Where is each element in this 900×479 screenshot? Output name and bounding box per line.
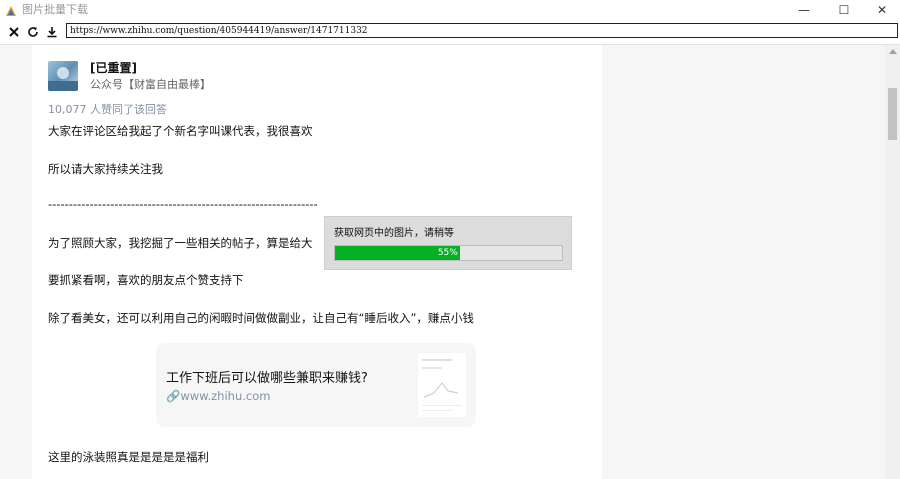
url-input[interactable]: https://www.zhihu.com/question/405944419…	[66, 23, 898, 38]
paragraph: 除了看美女，还可以利用自己的闲暇时间做做副业，让自己有“睡后收入”，赚点小钱	[48, 311, 474, 325]
paragraph: 大家在评论区给我起了个新名字叫课代表，我很喜欢	[48, 124, 313, 138]
author-name[interactable]: [已重置]	[90, 59, 137, 76]
link-card[interactable]: 工作下班后可以做哪些兼职来赚钱? 🔗www.zhihu.com	[156, 343, 476, 427]
progress-label: 55%	[437, 248, 458, 258]
paragraph: 要抓紧看啊，喜欢的朋友点个赞支持下	[48, 273, 244, 287]
paragraph: 为了照顾大家，我挖掘了一些相关的帖子，算是给大	[48, 236, 313, 250]
minimize-button[interactable]: —	[786, 0, 822, 20]
link-card-url: 🔗www.zhihu.com	[166, 389, 270, 403]
paragraph: 这里的泳装照真是是是是是福利	[48, 450, 209, 464]
paragraph: 所以请大家持续关注我	[48, 162, 163, 176]
link-card-url-text: www.zhihu.com	[180, 389, 271, 403]
app-icon	[4, 3, 18, 17]
scroll-up-icon[interactable]	[889, 49, 897, 54]
close-button[interactable]: ✕	[864, 0, 900, 20]
avatar[interactable]	[48, 61, 78, 91]
refresh-icon[interactable]	[25, 24, 41, 40]
author-bio: 公众号【财富自由最棒】	[90, 78, 211, 91]
window-title: 图片批量下载	[22, 3, 88, 16]
divider-line: ----------------------------------------…	[48, 197, 318, 211]
download-icon[interactable]	[44, 24, 60, 40]
progress-bar: 55%	[334, 245, 563, 261]
maximize-button[interactable]: ☐	[826, 0, 862, 20]
link-card-thumbnail	[418, 353, 466, 417]
toolbar: https://www.zhihu.com/question/405944419…	[0, 20, 900, 45]
link-icon: 🔗	[166, 389, 181, 403]
progress-message: 获取网页中的图片，请稍等	[334, 228, 454, 239]
vertical-scrollbar[interactable]	[885, 45, 900, 479]
vote-count: 10,077 人赞同了该回答	[48, 103, 167, 116]
scroll-thumb[interactable]	[888, 88, 897, 140]
title-bar: 图片批量下载 — ☐ ✕	[0, 0, 900, 20]
progress-dialog: 获取网页中的图片，请稍等 55%	[324, 216, 572, 270]
link-card-title[interactable]: 工作下班后可以做哪些兼职来赚钱?	[166, 367, 368, 386]
stop-icon[interactable]	[6, 24, 22, 40]
